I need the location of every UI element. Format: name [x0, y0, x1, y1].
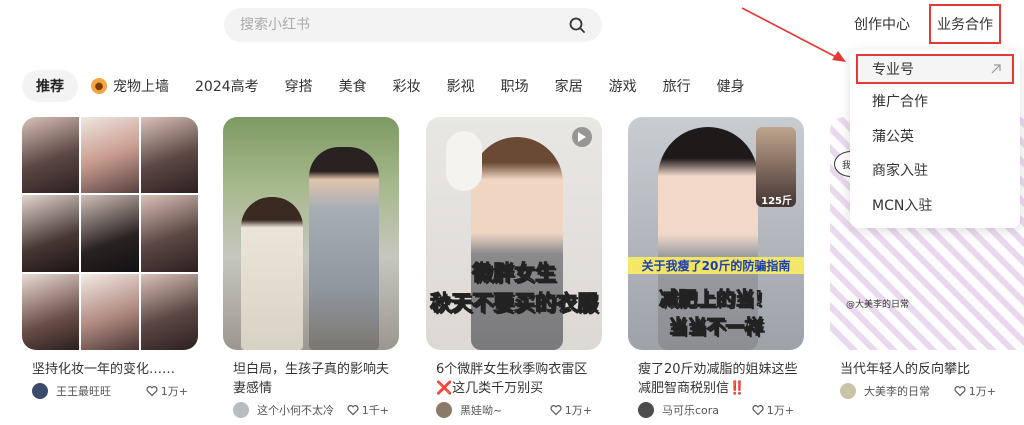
heart-icon	[347, 405, 359, 416]
like-count: 1万+	[766, 404, 794, 417]
avatar[interactable]	[32, 383, 48, 399]
author-name[interactable]: 大美李的日常	[864, 383, 954, 399]
heart-icon	[954, 386, 966, 397]
tab-pets[interactable]: ● 宠物上墙	[78, 70, 182, 102]
like-button[interactable]: 1万+	[146, 383, 188, 399]
tab-label: 职场	[500, 79, 529, 95]
tab-label: 彩妆	[392, 79, 421, 95]
note-meta: 大美李的日常 1万+	[840, 383, 1024, 399]
like-count: 1万+	[968, 385, 996, 398]
menu-item-label: MCN入驻	[872, 197, 933, 214]
avatar[interactable]	[436, 402, 452, 418]
tab-makeup[interactable]: 彩妆	[380, 70, 434, 102]
cover-overlay-title: 减肥上的当！	[658, 288, 773, 311]
cover-overlay-subtitle: 当当不一样	[668, 316, 764, 339]
tab-career[interactable]: 职场	[488, 70, 542, 102]
note-title[interactable]: 瘦了20斤劝减脂的姐妹这些减肥智商税别信‼️	[628, 360, 804, 398]
note-meta: 黑娃呦~ 1万+	[436, 402, 602, 418]
tab-label: 美食	[338, 79, 367, 95]
cover-overlay-title: 微胖女生	[472, 261, 557, 286]
note-cover-image[interactable]: 微胖女生 秋天不要买的衣服	[426, 117, 602, 350]
author-name[interactable]: 王王最旺旺	[56, 383, 146, 399]
note-meta: 马可乐cora 1万+	[638, 402, 804, 418]
note-title[interactable]: 坦白局，生孩子真的影响夫妻感情	[223, 360, 399, 398]
menu-item-label: 推广合作	[872, 94, 928, 111]
heart-icon	[146, 386, 158, 397]
like-count: 1万+	[160, 385, 188, 398]
category-tabs: 推荐 ● 宠物上墙 2024高考 穿搭 美食 彩妆 影视 职场 家居 游戏 旅行…	[22, 70, 758, 102]
note-title[interactable]: 坚持化妆一年的变化……	[22, 360, 198, 379]
business-cooperation-button[interactable]: 业务合作	[929, 4, 1001, 44]
heart-icon	[550, 405, 562, 416]
like-button[interactable]: 1万+	[752, 402, 794, 418]
tab-outfit[interactable]: 穿搭	[272, 70, 326, 102]
pet-icon: ●	[91, 78, 107, 94]
business-cooperation-label: 业务合作	[937, 17, 993, 33]
note-card[interactable]: 坦白局，生孩子真的影响夫妻感情 这个小何不太冷 1千+	[223, 117, 399, 418]
search-bar[interactable]	[224, 8, 602, 42]
tab-film[interactable]: 影视	[434, 70, 488, 102]
avatar[interactable]	[840, 383, 856, 399]
tab-games[interactable]: 游戏	[596, 70, 650, 102]
menu-item-merchant[interactable]: 商家入驻	[850, 153, 1020, 188]
author-name[interactable]: 马可乐cora	[662, 402, 752, 418]
menu-item-professional-account[interactable]: 专业号	[856, 54, 1014, 84]
tab-label: 2024高考	[195, 79, 259, 95]
external-link-icon	[991, 64, 1001, 74]
cover-watermark: @大美李的日常	[846, 300, 910, 310]
like-button[interactable]: 1万+	[954, 383, 996, 399]
menu-item-label: 商家入驻	[872, 163, 928, 180]
note-cover-image[interactable]	[22, 117, 198, 350]
tab-home[interactable]: 家居	[542, 70, 596, 102]
like-button[interactable]: 1千+	[347, 402, 389, 418]
tab-label: 旅行	[662, 79, 691, 95]
tab-label: 家居	[554, 79, 583, 95]
like-button[interactable]: 1万+	[550, 402, 592, 418]
tab-recommend[interactable]: 推荐	[22, 70, 78, 102]
tab-food[interactable]: 美食	[326, 70, 380, 102]
menu-item-label: 蒲公英	[872, 128, 914, 145]
avatar[interactable]	[233, 402, 249, 418]
like-count: 1千+	[361, 404, 389, 417]
heart-icon	[752, 405, 764, 416]
business-dropdown-menu: 专业号 推广合作 蒲公英 商家入驻 MCN入驻	[850, 50, 1020, 228]
cover-overlay-subtitle: 秋天不要买的衣服	[430, 291, 599, 316]
tab-label: 游戏	[608, 79, 637, 95]
cover-banner: 关于我瘦了20斤的防骗指南	[628, 257, 804, 274]
note-title[interactable]: 6个微胖女生秋季购衣雷区❌这几类千万别买	[426, 360, 602, 398]
note-meta: 王王最旺旺 1万+	[32, 383, 198, 399]
menu-item-label: 专业号	[872, 62, 914, 78]
search-icon[interactable]	[568, 16, 586, 34]
menu-item-dandelion[interactable]: 蒲公英	[850, 119, 1020, 154]
note-cover-image[interactable]	[223, 117, 399, 350]
note-cover-image[interactable]: 125斤 关于我瘦了20斤的防骗指南 减肥上的当！ 当当不一样	[628, 117, 804, 350]
like-count: 1万+	[564, 404, 592, 417]
creator-center-link[interactable]: 创作中心	[854, 14, 910, 34]
search-input[interactable]	[240, 17, 568, 33]
note-meta: 这个小何不太冷 1千+	[233, 402, 399, 418]
note-card[interactable]: 125斤 关于我瘦了20斤的防骗指南 减肥上的当！ 当当不一样 瘦了20斤劝减脂…	[628, 117, 804, 418]
avatar[interactable]	[638, 402, 654, 418]
tab-travel[interactable]: 旅行	[650, 70, 704, 102]
video-play-icon	[572, 127, 592, 147]
tab-label: 穿搭	[284, 79, 313, 95]
author-name[interactable]: 黑娃呦~	[460, 402, 550, 418]
tab-gaokao[interactable]: 2024高考	[182, 70, 272, 102]
tab-label: 推荐	[36, 79, 64, 95]
tab-label: 健身	[716, 79, 745, 95]
author-name[interactable]: 这个小何不太冷	[257, 402, 347, 418]
menu-item-promotion[interactable]: 推广合作	[850, 84, 1020, 119]
note-card[interactable]: 坚持化妆一年的变化…… 王王最旺旺 1万+	[22, 117, 198, 399]
tab-label: 宠物上墙	[113, 79, 169, 95]
tab-label: 影视	[446, 79, 475, 95]
cover-weight-tag: 125斤	[761, 196, 792, 207]
note-title[interactable]: 当代年轻人的反向攀比	[830, 360, 1024, 379]
tab-fitness[interactable]: 健身	[704, 70, 758, 102]
menu-item-mcn[interactable]: MCN入驻	[850, 188, 1020, 223]
note-card[interactable]: 微胖女生 秋天不要买的衣服 6个微胖女生秋季购衣雷区❌这几类千万别买 黑娃呦~ …	[426, 117, 602, 418]
